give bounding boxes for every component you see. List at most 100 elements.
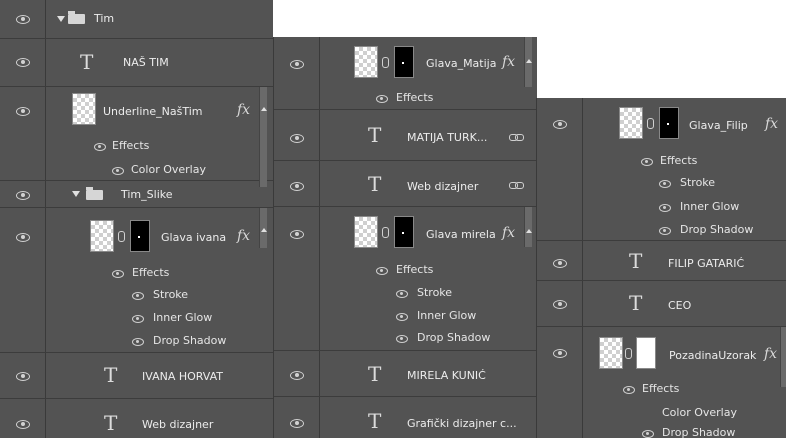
link-icon[interactable] <box>118 231 125 242</box>
expand-arrow-icon[interactable] <box>72 191 80 197</box>
eye-icon[interactable] <box>16 15 30 24</box>
effects-eye-icon[interactable] <box>376 95 388 103</box>
effects-eye-icon[interactable] <box>623 386 635 394</box>
layer-row-ivana-horvat[interactable]: T IVANA HORVAT <box>0 353 273 399</box>
eye-icon[interactable] <box>553 349 567 358</box>
layer-row-glava-ivana[interactable]: Glava ivana fx Effects Stroke Inner Glow… <box>0 208 273 353</box>
eye-icon[interactable] <box>290 371 304 380</box>
eye-icon[interactable] <box>16 420 30 429</box>
effect-eye-icon[interactable] <box>659 180 671 188</box>
effects-label: Effects <box>660 154 698 167</box>
effect-inner-glow: Inner Glow <box>153 311 213 324</box>
layer-row-ceo[interactable]: T CEO <box>537 281 786 327</box>
effects-label: Effects <box>396 263 434 276</box>
link-icon[interactable] <box>382 227 389 238</box>
layer-row-filip-gataric[interactable]: T FILIP GATARIĆ <box>537 241 786 281</box>
layer-name: NAŠ TIM <box>123 56 169 69</box>
eye-icon[interactable] <box>16 372 30 381</box>
layer-row-graficki-dizajner[interactable]: T Grafički dizajner c... <box>274 397 537 438</box>
layer-row-glava-mirela[interactable]: Glava mirela fx Effects Stroke Inner Glo… <box>274 207 537 351</box>
layer-name: Glava_Matija <box>426 57 497 70</box>
text-layer-icon: T <box>368 123 382 147</box>
layer-name: CEO <box>668 299 692 312</box>
effect-eye-icon[interactable] <box>112 167 124 175</box>
layer-name: FILIP GATARIĆ <box>668 257 745 270</box>
effect-eye-icon[interactable] <box>132 292 144 300</box>
layer-row-web-dizajner[interactable]: T Web dizajner <box>0 399 273 438</box>
text-layer-icon: T <box>368 409 382 433</box>
link-icon[interactable] <box>382 57 389 68</box>
eye-icon[interactable] <box>16 58 30 67</box>
effect-color-overlay: Color Overlay <box>662 406 737 419</box>
layer-row-tim-slike-group[interactable]: Tim_Slike <box>0 181 273 208</box>
effect-eye-icon[interactable] <box>132 315 144 323</box>
layer-mask-thumbnail <box>394 216 414 248</box>
eye-icon[interactable] <box>553 120 567 129</box>
layer-row-mirela-kunic[interactable]: T MIRELA KUNIĆ <box>274 351 537 397</box>
eye-icon[interactable] <box>290 60 304 69</box>
scrollbar[interactable] <box>259 87 267 187</box>
folder-icon <box>86 187 103 200</box>
layer-mask-thumbnail <box>394 46 414 78</box>
effects-label: Effects <box>112 139 150 152</box>
eye-icon[interactable] <box>290 230 304 239</box>
layer-name: Glava ivana <box>161 231 227 244</box>
eye-icon[interactable] <box>290 182 304 191</box>
fx-icon[interactable]: fx <box>502 54 515 70</box>
link-icon <box>515 134 524 141</box>
link-icon[interactable] <box>625 348 632 359</box>
eye-icon[interactable] <box>290 419 304 428</box>
text-layer-icon: T <box>368 362 382 386</box>
scrollbar[interactable] <box>524 207 532 247</box>
text-layer-icon: T <box>104 363 118 387</box>
effects-eye-icon[interactable] <box>641 158 653 166</box>
text-layer-icon: T <box>368 172 382 196</box>
scrollbar[interactable] <box>780 327 786 387</box>
effect-eye-icon[interactable] <box>659 204 671 212</box>
link-icon <box>515 182 524 189</box>
eye-icon[interactable] <box>16 233 30 242</box>
effect-stroke: Stroke <box>417 286 453 299</box>
fx-icon[interactable]: fx <box>765 116 778 132</box>
effect-eye-icon[interactable] <box>396 313 408 321</box>
scrollbar[interactable] <box>259 208 267 248</box>
fx-icon[interactable]: fx <box>502 225 515 241</box>
fx-icon[interactable]: fx <box>237 102 250 118</box>
effect-eye-icon[interactable] <box>659 227 671 235</box>
layer-row-matija-turk[interactable]: T MATIJA TURK... <box>274 110 537 161</box>
eye-icon[interactable] <box>290 134 304 143</box>
text-layer-icon: T <box>80 50 94 74</box>
fx-icon[interactable]: fx <box>764 346 777 362</box>
layer-row-glava-filip[interactable]: Glava_Filip fx Effects Stroke Inner Glow… <box>537 98 786 241</box>
layer-name: IVANA HORVAT <box>142 370 224 383</box>
layer-row-tim-group[interactable]: Tim <box>0 0 273 39</box>
layer-row-underline[interactable]: Underline_NašTim fx Effects Color Overla… <box>0 87 273 181</box>
eye-icon[interactable] <box>553 300 567 309</box>
layer-row-web-dizajner[interactable]: T Web dizajner <box>274 161 537 207</box>
effect-eye-icon[interactable] <box>132 338 144 346</box>
effects-eye-icon[interactable] <box>94 143 106 151</box>
layer-row-glava-matija[interactable]: Glava_Matija fx Effects <box>274 37 537 110</box>
layer-row-pozadina-uzorak[interactable]: PozadinaUzorak fx Effects Color Overlay … <box>537 327 786 438</box>
effect-eye-icon[interactable] <box>396 335 408 343</box>
fx-icon[interactable]: fx <box>237 228 250 244</box>
layer-row-nas-tim[interactable]: T NAŠ TIM <box>0 39 273 87</box>
layer-name: Tim <box>94 12 115 25</box>
link-icon[interactable] <box>647 118 654 129</box>
eye-icon[interactable] <box>553 259 567 268</box>
eye-icon[interactable] <box>16 191 30 200</box>
text-layer-icon: T <box>104 411 118 435</box>
layer-mask-thumbnail <box>636 337 656 369</box>
layer-thumbnail <box>72 93 96 125</box>
text-layer-icon: T <box>629 249 643 273</box>
scrollbar[interactable] <box>524 37 532 87</box>
expand-arrow-icon[interactable] <box>57 16 65 22</box>
effect-drop-shadow: Drop Shadow <box>680 223 754 236</box>
effect-eye-icon[interactable] <box>642 430 654 438</box>
eye-icon[interactable] <box>16 107 30 116</box>
layer-name: Glava mirela <box>426 228 496 241</box>
layer-mask-thumbnail <box>130 220 150 252</box>
effects-eye-icon[interactable] <box>112 270 124 278</box>
effect-eye-icon[interactable] <box>396 290 408 298</box>
effects-eye-icon[interactable] <box>376 267 388 275</box>
